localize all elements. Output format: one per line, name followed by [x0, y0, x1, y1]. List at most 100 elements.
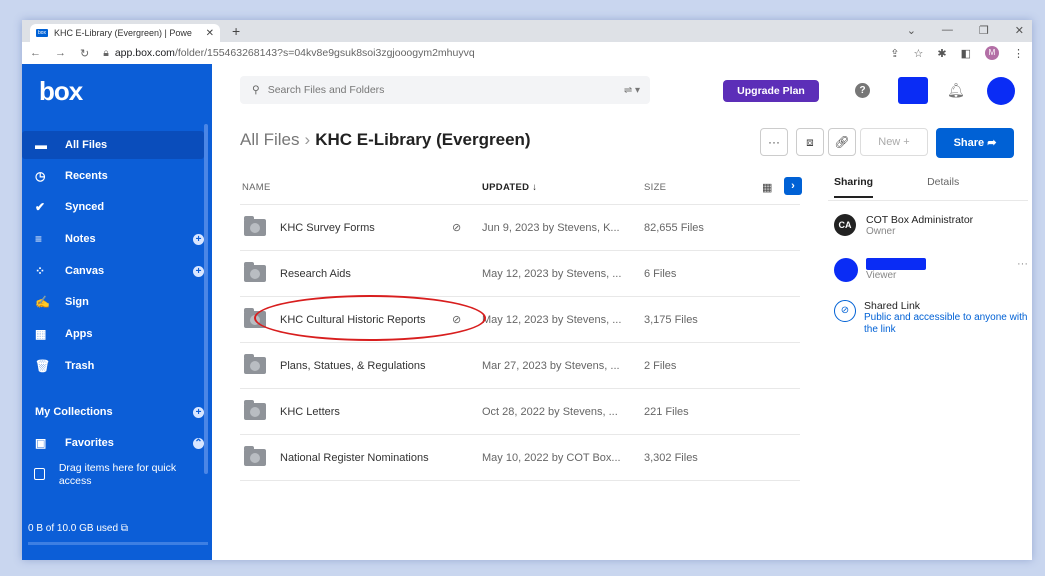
collection-icon[interactable]: ⧈	[796, 128, 824, 156]
file-name[interactable]: Plans, Statues, & Regulations	[280, 360, 426, 372]
sidebar-item-synced[interactable]: ✔ Synced	[22, 193, 204, 221]
more-options-button[interactable]: ···	[760, 128, 788, 156]
file-name[interactable]: National Register Nominations	[280, 452, 429, 464]
sidebar-item-notes[interactable]: ≡ Notes +	[22, 225, 204, 253]
sidebar-item-label: Canvas	[65, 265, 105, 277]
add-canvas-icon[interactable]: +	[193, 265, 204, 277]
sidebar-item-label: Apps	[65, 328, 93, 340]
shared-link-desc[interactable]: Public and accessible to anyone with the…	[864, 312, 1032, 336]
sidebar-item-all-files[interactable]: ▬ All Files	[22, 131, 204, 159]
share-page-icon[interactable]: ⇪	[890, 47, 899, 60]
clock-icon: ◷	[35, 169, 46, 183]
side-panel-icon[interactable]: ◧	[961, 47, 971, 60]
table-row[interactable]: KHC Cultural Historic Reports ⊘ May 12, …	[240, 295, 800, 342]
file-name[interactable]: KHC Survey Forms	[280, 222, 375, 234]
add-note-icon[interactable]: +	[193, 233, 204, 245]
extensions-icon[interactable]: ✱	[937, 47, 946, 60]
bell-icon[interactable]: 🔔︎	[947, 82, 965, 99]
sidebar-item-label: Trash	[65, 360, 95, 372]
browser-menu-icon[interactable]: ⋮	[1013, 47, 1024, 60]
updated-cell: Mar 27, 2023 by Stevens, ...	[482, 359, 620, 372]
reload-icon[interactable]: ↻	[80, 47, 89, 60]
sidebar-item-label: Recents	[65, 170, 108, 182]
search-placeholder: Search Files and Folders	[267, 84, 385, 96]
sidebar-item-sign[interactable]: ✍ Sign	[22, 288, 204, 316]
expand-sidebar-icon[interactable]: ›	[784, 177, 802, 195]
browser-tab[interactable]: box KHC E-Library (Evergreen) | Powe ✕	[30, 24, 220, 42]
help-icon[interactable]: ?	[855, 83, 870, 98]
quick-access-text: Drag items here for quick access	[58, 462, 177, 487]
forward-icon[interactable]: →	[55, 47, 66, 60]
url-field[interactable]: 🔒︎ app.box.com/folder/155463268143?s=04kv…	[103, 47, 890, 60]
search-filter-icon[interactable]: ⇌ ▾	[624, 85, 640, 96]
sign-icon: ✍	[35, 295, 50, 309]
share-button[interactable]: Share ➦	[936, 128, 1014, 158]
box-logo[interactable]: box	[39, 76, 83, 107]
chevron-down-icon[interactable]: ⌄	[907, 24, 916, 37]
quick-access-dropzone[interactable]: Drag items here for quick access	[34, 462, 194, 488]
shared-folder-icon	[244, 216, 266, 236]
close-tab-icon[interactable]: ✕	[206, 28, 214, 39]
file-name[interactable]: KHC Letters	[280, 406, 340, 418]
sidebar-item-favorites[interactable]: ▣ Favorites ⌃	[22, 429, 204, 457]
redacted-viewer-name	[866, 258, 926, 270]
sidebar: box ▬ All Files ◷ Recents ✔ Synced ≡ Not…	[22, 64, 212, 560]
table-row[interactable]: National Register Nominations May 10, 20…	[240, 434, 800, 481]
column-name[interactable]: NAME	[242, 182, 271, 193]
breadcrumb: All Files › KHC E-Library (Evergreen)	[240, 130, 531, 150]
storage-usage[interactable]: 0 B of 10.0 GB used ⧉	[22, 520, 218, 538]
sidebar-item-label: Sign	[65, 296, 89, 308]
close-window-icon[interactable]: ✕	[1015, 24, 1024, 37]
copy-link-icon[interactable]: 🔗︎	[828, 128, 856, 156]
sidebar-item-label: Notes	[65, 233, 96, 245]
size-cell: 82,655 Files	[644, 221, 704, 234]
column-updated[interactable]: UPDATED ↓	[482, 182, 537, 193]
sidebar-item-trash[interactable]: 🗑︎ Trash	[22, 352, 204, 380]
user-avatar[interactable]	[987, 77, 1015, 105]
upgrade-plan-button[interactable]: Upgrade Plan	[723, 80, 819, 102]
table-row[interactable]: KHC Survey Forms ⊘ Jun 9, 2023 by Steven…	[240, 204, 800, 250]
minimize-icon[interactable]: —	[942, 24, 953, 37]
viewer-more-icon[interactable]: ···	[1017, 258, 1028, 270]
sidebar-item-my-collections[interactable]: My Collections +	[22, 398, 204, 426]
back-icon[interactable]: ←	[30, 47, 41, 60]
file-name[interactable]: Research Aids	[280, 268, 351, 280]
shared-link-title: Shared Link	[864, 300, 921, 312]
share-label: Share	[953, 137, 985, 149]
new-tab-icon[interactable]: +	[232, 23, 240, 39]
redacted-app-icon[interactable]	[898, 77, 928, 104]
updated-cell: Jun 9, 2023 by Stevens, K...	[482, 221, 620, 234]
sidebar-item-recents[interactable]: ◷ Recents	[22, 162, 204, 190]
trash-icon: 🗑︎	[35, 359, 51, 373]
sidebar-item-canvas[interactable]: ⁘ Canvas +	[22, 257, 204, 285]
tab-details[interactable]: Details	[927, 176, 959, 198]
sidebar-scrollbar[interactable]	[204, 124, 208, 474]
tab-sharing[interactable]: Sharing	[834, 176, 874, 198]
viewer-avatar	[834, 258, 858, 282]
size-cell: 221 Files	[644, 405, 689, 418]
grid-view-icon[interactable]: ▦	[762, 181, 772, 194]
url-host: app.box.com	[114, 46, 175, 59]
profile-avatar[interactable]: M	[985, 46, 999, 60]
bookmark-star-icon[interactable]: ☆	[914, 47, 924, 60]
shared-link-icon: ⊘	[452, 222, 462, 234]
canvas-icon: ⁘	[35, 264, 46, 278]
restore-icon[interactable]: ❐	[979, 24, 989, 37]
check-circle-icon: ✔	[35, 200, 46, 214]
column-size[interactable]: SIZE	[644, 182, 666, 193]
size-cell: 6 Files	[644, 267, 677, 280]
size-cell: 3,302 Files	[644, 451, 698, 464]
shared-link-entry[interactable]: ⊘ Shared Link Public and accessible to a…	[834, 300, 1032, 336]
sidebar-item-apps[interactable]: ▦ Apps	[22, 320, 204, 348]
add-collection-icon[interactable]: +	[193, 406, 204, 418]
new-button[interactable]: New +	[860, 128, 928, 156]
table-row[interactable]: KHC Letters Oct 28, 2022 by Stevens, ...…	[240, 388, 800, 434]
table-row[interactable]: Research Aids May 12, 2023 by Stevens, .…	[240, 250, 800, 296]
url-path: /folder/155463268143?s=04kv8e9gsuk8soi3z…	[174, 46, 475, 59]
search-bar[interactable]: ⚲ Search Files and Folders ⇌ ▾	[240, 76, 650, 104]
table-row[interactable]: Plans, Statues, & Regulations Mar 27, 20…	[240, 342, 800, 388]
box-favicon-icon: box	[36, 29, 48, 37]
favorites-label: Favorites	[65, 437, 114, 449]
breadcrumb-root[interactable]: All Files	[240, 130, 300, 149]
collapse-favorites-icon[interactable]: ⌃	[193, 437, 204, 449]
